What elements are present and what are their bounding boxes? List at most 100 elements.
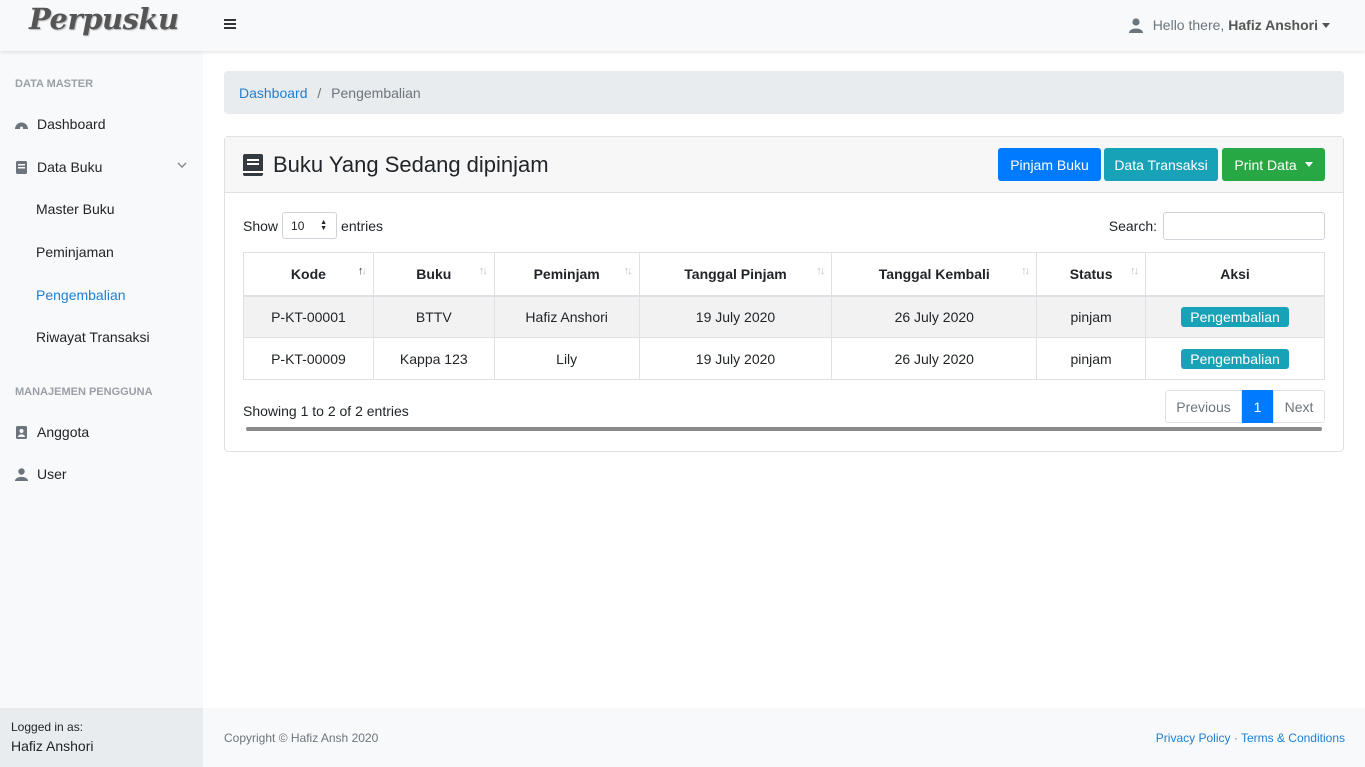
sidebar-heading-master: DATA MASTER: [15, 78, 94, 90]
pagination: Previous 1 Next: [1165, 390, 1325, 423]
entries-select[interactable]: 10 ▲ ▼: [282, 212, 338, 239]
show-label: Show: [243, 217, 279, 234]
user-name: Hafiz Anshori: [1228, 17, 1318, 33]
table-row: P-KT-00001 BTTV Hafiz Anshori 19 July 20…: [243, 295, 1325, 338]
sidebar-item-riwayat-transaksi[interactable]: Riwayat Transaksi: [36, 329, 150, 345]
table-header-row: Kode ↑↓ Buku ↑↓ Peminjam ↑↓ Tanggal Pinjam ↑…: [243, 252, 1325, 297]
cell-tanggal-pinjam: 19 July 2020: [638, 337, 833, 380]
card-header: Buku Yang Sedang dipinjam Pinjam Buku Da…: [225, 137, 1343, 193]
search-label: Search:: [1108, 218, 1157, 234]
next-page-button[interactable]: Next: [1273, 390, 1325, 423]
previous-page-button[interactable]: Previous: [1165, 390, 1242, 423]
column-header-peminjam[interactable]: Peminjam ↑↓: [493, 252, 640, 297]
sidebar-item-label: Data Buku: [37, 159, 103, 175]
footer-links: Privacy Policy · Terms & Conditions: [1156, 731, 1345, 745]
sidebar-heading-users: MANAJEMEN PENGGUNA: [15, 386, 153, 398]
sidebar-toggle-icon[interactable]: [224, 17, 236, 32]
cell-peminjam: Hafiz Anshori: [493, 295, 640, 338]
pinjam-buku-button[interactable]: Pinjam Buku: [998, 148, 1101, 181]
cell-status: pinjam: [1036, 337, 1147, 380]
sidebar: DATA MASTER Dashboard Data Buku Master B…: [0, 51, 203, 767]
sort-icon: ↑↓: [623, 265, 633, 277]
logged-in-label: Logged in as:: [11, 720, 84, 734]
pengembalian-button[interactable]: Pengembalian: [1181, 306, 1289, 327]
brand-logo[interactable]: Perpusku: [29, 2, 179, 36]
page-footer: Copyright © Hafiz Ansh 2020 Privacy Poli…: [203, 708, 1365, 767]
cell-tanggal-kembali: 26 July 2020: [831, 295, 1038, 338]
user-icon: [14, 467, 29, 481]
page-1-button[interactable]: 1: [1242, 390, 1273, 423]
sidebar-item-label: Anggota: [37, 424, 90, 440]
main-content: Dashboard / Pengembalian Buku Yang Sedan…: [203, 51, 1365, 708]
loans-table: Kode ↑↓ Buku ↑↓ Peminjam ↑↓ Tanggal Pinjam ↑…: [243, 252, 1325, 380]
cell-aksi: Pengembalian: [1145, 295, 1325, 338]
dashboard-icon: [14, 118, 29, 131]
horizontal-scrollbar[interactable]: [246, 427, 1322, 431]
cell-kode: P-KT-00009: [243, 337, 374, 380]
chevron-down-icon: [1304, 162, 1313, 167]
breadcrumb: Dashboard / Pengembalian: [224, 71, 1344, 114]
sort-icon: ↑↓: [357, 265, 367, 277]
show-entries-control: Show 10 ▲ ▼ entries: [243, 212, 383, 239]
card-title: Buku Yang Sedang dipinjam: [243, 152, 549, 178]
greeting-text: Hello there,: [1152, 17, 1225, 33]
chevron-down-icon[interactable]: [177, 161, 187, 169]
cell-buku: BTTV: [372, 295, 495, 338]
table-row: P-KT-00009 Kappa 123 Lily 19 July 2020 2…: [243, 337, 1325, 380]
table-info: Showing 1 to 2 of 2 entries: [243, 403, 409, 419]
logged-in-name: Hafiz Anshori: [11, 738, 94, 754]
cell-buku: Kappa 123: [372, 337, 495, 380]
sidebar-item-dashboard[interactable]: Dashboard: [14, 116, 106, 132]
sidebar-item-anggota[interactable]: Anggota: [14, 424, 89, 440]
column-header-kode[interactable]: Kode ↑↓: [243, 252, 374, 297]
sort-icon: ↑↓: [478, 265, 488, 277]
terms-link[interactable]: Terms & Conditions: [1241, 731, 1345, 745]
search-control: Search:: [1109, 212, 1325, 240]
column-header-status[interactable]: Status ↑↓: [1036, 252, 1147, 297]
loans-card: Buku Yang Sedang dipinjam Pinjam Buku Da…: [224, 136, 1344, 452]
print-data-label: Print Data: [1234, 156, 1297, 173]
sidebar-item-pengembalian[interactable]: Pengembalian: [36, 287, 126, 303]
sidebar-item-label: Dashboard: [37, 116, 106, 132]
user-icon: [1128, 17, 1143, 33]
sidebar-item-label: User: [37, 466, 67, 482]
book-icon: [243, 154, 263, 176]
column-header-tanggal-pinjam[interactable]: Tanggal Pinjam ↑↓: [638, 252, 833, 297]
copyright-text: Copyright © Hafiz Ansh 2020: [224, 731, 379, 745]
search-input[interactable]: [1163, 212, 1325, 240]
column-header-tanggal-kembali[interactable]: Tanggal Kembali ↑↓: [831, 252, 1038, 297]
cell-aksi: Pengembalian: [1145, 337, 1325, 380]
column-header-aksi: Aksi: [1145, 252, 1325, 297]
pengembalian-button[interactable]: Pengembalian: [1181, 348, 1289, 369]
chevron-down-icon: [1322, 22, 1330, 28]
book-icon: [14, 160, 29, 174]
sidebar-item-master-buku[interactable]: Master Buku: [36, 201, 115, 217]
cell-status: pinjam: [1036, 295, 1147, 338]
address-book-icon: [14, 425, 29, 439]
data-transaksi-button[interactable]: Data Transaksi: [1104, 148, 1218, 181]
cell-peminjam: Lily: [493, 337, 640, 380]
top-navbar: Perpusku Hello there, Hafiz Anshori: [0, 0, 1365, 51]
breadcrumb-separator: /: [317, 85, 322, 101]
card-title-text: Buku Yang Sedang dipinjam: [273, 152, 549, 177]
column-header-buku[interactable]: Buku ↑↓: [372, 252, 495, 297]
privacy-policy-link[interactable]: Privacy Policy: [1156, 731, 1231, 745]
select-arrows-icon: ▲ ▼: [320, 219, 328, 232]
sidebar-item-user[interactable]: User: [14, 466, 67, 482]
sort-icon: ↑↓: [1021, 265, 1030, 277]
user-dropdown[interactable]: Hello there, Hafiz Anshori: [1128, 17, 1330, 33]
cell-tanggal-kembali: 26 July 2020: [831, 337, 1038, 380]
sort-icon: ↑↓: [816, 265, 825, 277]
breadcrumb-dashboard-link[interactable]: Dashboard: [239, 85, 308, 101]
sidebar-footer: Logged in as: Hafiz Anshori: [0, 708, 203, 767]
breadcrumb-current: Pengembalian: [331, 85, 421, 101]
print-data-button[interactable]: Print Data: [1222, 148, 1325, 181]
cell-tanggal-pinjam: 19 July 2020: [638, 295, 833, 338]
footer-separator: ·: [1233, 731, 1238, 745]
sort-icon: ↑↓: [1130, 265, 1139, 277]
entries-label: entries: [341, 217, 384, 234]
cell-kode: P-KT-00001: [243, 295, 374, 338]
sidebar-item-peminjaman[interactable]: Peminjaman: [36, 244, 114, 260]
entries-value: 10: [291, 218, 305, 233]
sidebar-item-data-buku[interactable]: Data Buku: [14, 159, 102, 175]
